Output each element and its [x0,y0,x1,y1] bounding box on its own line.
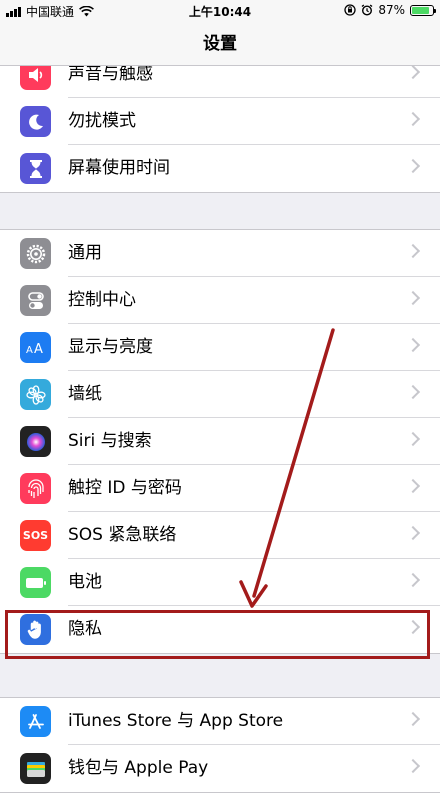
toggles-icon [20,285,51,316]
sos-icon: SOS [20,520,51,551]
row-label: 触控 ID 与密码 [68,478,182,498]
battery-status-icon [410,4,436,16]
settings-group-3: iTunes Store 与 App Store 钱包与 Apple Pay [0,697,440,793]
chevron-right-icon [405,619,421,635]
chevron-right-icon [405,525,421,541]
chevron-right-icon [405,111,421,127]
chevron-right-icon [405,64,421,80]
status-right: 87% [344,3,436,17]
sos-icon-text: SOS [22,529,49,542]
settings-row-itunes-app-store[interactable]: iTunes Store 与 App Store [0,698,440,745]
row-label: 通用 [68,243,102,263]
row-label: 控制中心 [68,290,136,310]
chevron-right-icon [405,243,421,259]
chevron-right-icon [405,478,421,494]
svg-text:A: A [34,342,43,356]
wallet-icon [20,753,51,784]
settings-group-1: 声音与触感 勿扰模式 屏幕使用时间 [0,50,440,193]
chevron-right-icon [405,290,421,306]
chevron-right-icon [405,384,421,400]
app-store-icon [20,706,51,737]
settings-row-control-center[interactable]: 控制中心 [0,277,440,324]
fingerprint-icon [20,473,51,504]
settings-row-wallet-apple-pay[interactable]: 钱包与 Apple Pay [0,745,440,792]
battery-tip [434,8,436,13]
chevron-right-icon [405,431,421,447]
moon-icon [20,106,51,137]
row-label: 屏幕使用时间 [68,158,170,178]
row-label: 显示与亮度 [68,337,153,357]
settings-row-wallpaper[interactable]: 墙纸 [0,371,440,418]
settings-row-screen-time[interactable]: 屏幕使用时间 [0,145,440,192]
chevron-right-icon [405,758,421,774]
settings-group-2: 通用 控制中心 A A 显示与亮度 墙纸 Siri 与搜索 触控 ID 与密码 … [0,229,440,654]
svg-text:A: A [26,345,33,356]
text-size-icon: A A [20,332,51,363]
flower-icon [20,379,51,410]
orientation-lock-icon [344,4,356,16]
settings-row-general[interactable]: 通用 [0,230,440,277]
chevron-right-icon [405,337,421,353]
settings-row-do-not-disturb[interactable]: 勿扰模式 [0,98,440,145]
settings-row-display-brightness[interactable]: A A 显示与亮度 [0,324,440,371]
row-label: iTunes Store 与 App Store [68,711,284,731]
chevron-right-icon [405,572,421,588]
hourglass-icon [20,153,51,184]
status-bar: 中国联通 上午10:44 87% [0,0,440,22]
row-label: 钱包与 Apple Pay [68,758,209,778]
row-label: SOS 紧急联络 [68,525,177,545]
chevron-right-icon [405,158,421,174]
settings-row-touch-id-passcode[interactable]: 触控 ID 与密码 [0,465,440,512]
row-label: Siri 与搜索 [68,431,152,451]
row-label: 墙纸 [68,384,102,404]
siri-icon [20,426,51,457]
hand-icon [20,614,51,645]
settings-row-siri-search[interactable]: Siri 与搜索 [0,418,440,465]
page-title: 设置 [203,34,237,54]
settings-row-emergency-sos[interactable]: SOS SOS 紧急联络 [0,512,440,559]
battery-fill [412,6,429,14]
settings-row-privacy[interactable]: 隐私 [0,606,440,653]
chevron-right-icon [405,711,421,727]
battery-percent: 87% [378,3,405,17]
settings-row-battery[interactable]: 电池 [0,559,440,606]
gear-icon [20,238,51,269]
battery-icon [20,567,51,598]
row-label: 电池 [68,572,102,592]
alarm-icon [361,4,373,16]
nav-bar: 设置 [0,22,440,66]
row-label: 隐私 [68,619,102,639]
row-label: 勿扰模式 [68,111,136,131]
